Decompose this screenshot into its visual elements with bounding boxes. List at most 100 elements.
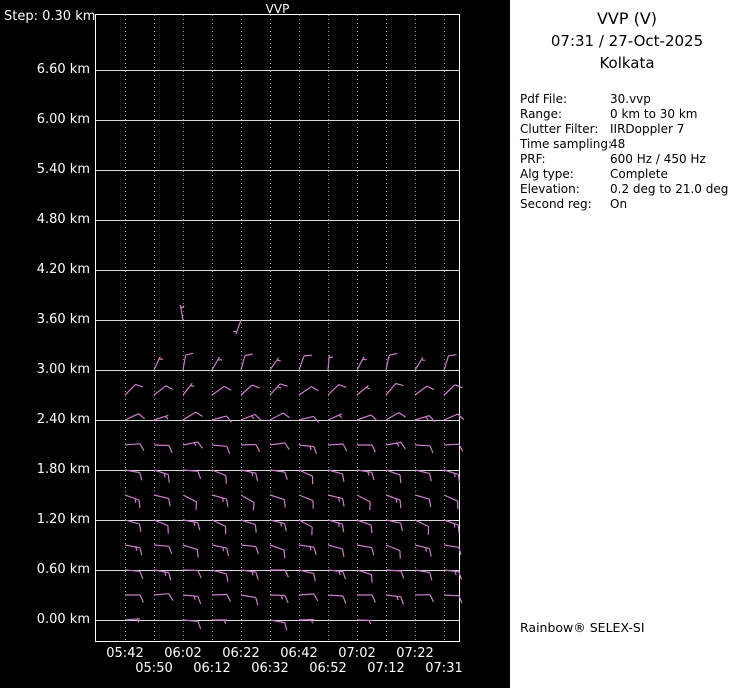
y-axis-label: 3.60 km [36, 312, 90, 327]
wind-barb [240, 413, 262, 421]
wind-barb [356, 384, 371, 396]
wind-barb [182, 411, 203, 421]
y-axis-label: 1.20 km [36, 512, 90, 527]
wind-barb [269, 494, 286, 508]
wind-barb [124, 383, 144, 396]
wind-barb [211, 494, 229, 507]
wind-barbs-layer [124, 305, 465, 631]
wind-barb [443, 413, 465, 421]
info-field-label: Elevation: [520, 182, 580, 196]
wind-barb [327, 594, 347, 604]
x-axis-tick-label: 06:42 [280, 646, 318, 661]
wind-barb [327, 519, 345, 533]
wind-barb-plot [95, 14, 465, 642]
y-axis-label: 4.20 km [36, 262, 90, 277]
info-field-row: Time sampling: 48 [520, 137, 744, 152]
wind-barb [211, 444, 231, 455]
wind-barb [153, 494, 171, 507]
wind-barb [240, 569, 259, 580]
wind-barb [356, 544, 375, 556]
wind-barb [153, 469, 170, 483]
wind-barb [327, 384, 347, 396]
info-field-label: Range: [520, 107, 563, 121]
wind-barb [385, 352, 398, 371]
info-field-value: 600 Hz / 450 Hz [610, 152, 706, 166]
wind-barb [269, 412, 290, 421]
wind-barb [443, 354, 457, 371]
x-axis-tick-label: 06:52 [309, 661, 347, 676]
wind-barb [443, 494, 459, 510]
wind-barb [240, 469, 259, 482]
wind-barb [182, 352, 194, 371]
info-field-label: Alg type: [520, 167, 574, 181]
wind-barb [327, 413, 343, 421]
wind-barb [327, 569, 347, 580]
wind-barb [240, 494, 255, 511]
wind-barb [414, 519, 430, 535]
wind-barb [153, 414, 169, 421]
wind-barb [232, 319, 242, 335]
wind-barb [153, 519, 169, 534]
info-field-value: IIRDoppler 7 [610, 122, 685, 136]
wind-barb [269, 469, 288, 480]
wind-barb [356, 469, 375, 481]
info-panel: VVP (V) 07:31 / 27-Oct-2025 Kolkata Pdf … [510, 0, 744, 688]
info-field-label: PRF: [520, 152, 546, 166]
wind-barb [298, 386, 319, 396]
wind-barb [269, 357, 281, 371]
y-axis-label: 6.00 km [36, 112, 90, 127]
wind-barb [414, 385, 435, 396]
wind-barb [124, 469, 143, 481]
wind-barb [443, 469, 461, 483]
wind-barb [211, 356, 223, 371]
wind-barb [356, 519, 373, 534]
info-field-value: 0 km to 30 km [610, 107, 698, 121]
x-axis-tick-label: 07:12 [367, 661, 405, 676]
wind-barb [269, 544, 286, 559]
x-axis-tick-label: 06:12 [193, 661, 231, 676]
wind-barb [153, 544, 173, 555]
y-axis-label: 1.80 km [36, 462, 90, 477]
wind-barb [182, 382, 195, 396]
wind-barb [414, 544, 432, 557]
x-axis-tick-label: 06:22 [222, 646, 260, 661]
wind-barb [124, 569, 144, 580]
wind-barb [182, 469, 202, 480]
wind-barb [298, 593, 319, 602]
info-field-value: On [610, 197, 628, 211]
wind-barb [298, 519, 313, 536]
wind-barb [153, 569, 172, 581]
info-field-row: Second reg: On [520, 197, 744, 212]
wind-barb [124, 544, 143, 556]
wind-barb [298, 618, 315, 624]
wind-barb [443, 519, 460, 533]
x-axis-tick-label: 07:31 [425, 661, 463, 676]
wind-barb [212, 619, 227, 624]
info-field-row: Alg type: Complete [520, 167, 744, 182]
wind-barb [356, 494, 371, 511]
wind-barb [357, 594, 376, 603]
wind-barb [356, 356, 367, 371]
y-axis-label: 0.00 km [36, 612, 90, 627]
wind-barb [327, 355, 333, 371]
wind-barb [356, 619, 373, 625]
wind-barb [298, 469, 314, 485]
wind-barb [124, 413, 146, 421]
wind-barb [385, 411, 406, 421]
y-axis-label: 5.40 km [36, 162, 90, 177]
wind-barb [357, 444, 376, 453]
wind-barb [327, 469, 345, 482]
wind-barb [270, 569, 289, 578]
info-field-label: Pdf File: [520, 92, 568, 106]
wind-barb [124, 519, 142, 532]
wind-barb [327, 544, 345, 557]
x-axis-tick-label: 05:42 [106, 646, 144, 661]
info-field-value: 48 [610, 137, 626, 151]
wind-barb [153, 385, 174, 396]
wind-barb [211, 519, 227, 535]
wind-barb [385, 594, 404, 605]
wind-barb [385, 544, 401, 559]
wind-barb [298, 494, 314, 509]
wind-barb [385, 494, 402, 509]
wind-barb [124, 494, 141, 509]
